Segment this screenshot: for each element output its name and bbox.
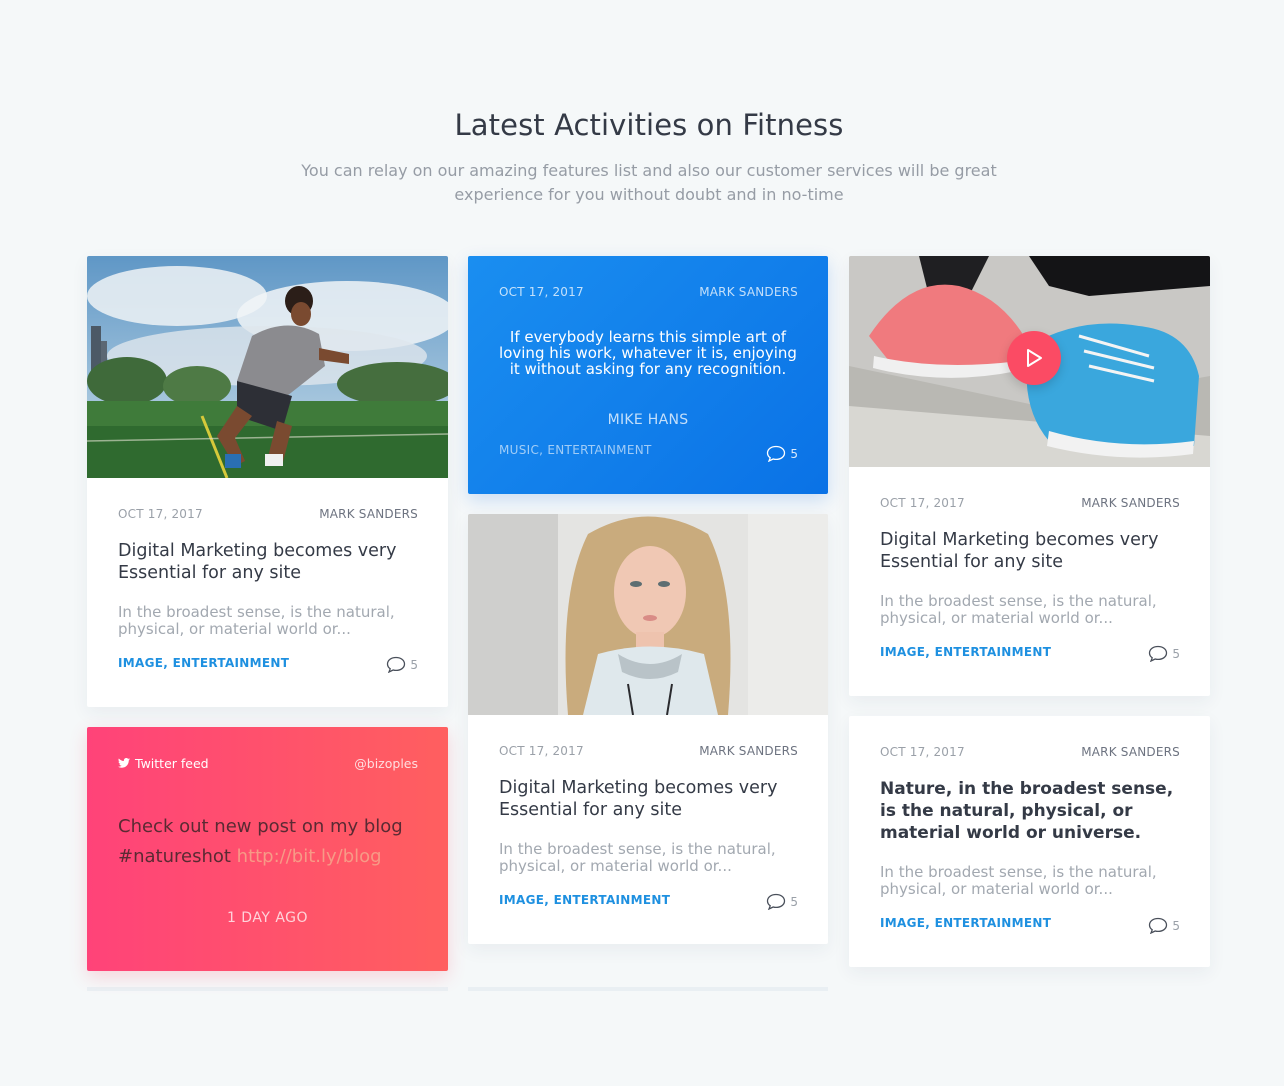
post-excerpt: In the broadest sense, is the natural, p… [118, 603, 395, 638]
post-date: OCT 17, 2017 [499, 744, 584, 758]
post-author[interactable]: MARK SANDERS [699, 744, 798, 758]
post-title[interactable]: Digital Marketing becomes very Essential… [499, 777, 804, 821]
post-author[interactable]: MARK SANDERS [319, 507, 418, 521]
post-tags[interactable]: IMAGE, ENTERTAINMENT [118, 656, 289, 670]
comment-icon [766, 893, 786, 910]
post-card-athlete[interactable]: OCT 17, 2017 MARK SANDERS Digital Market… [87, 256, 448, 707]
twitter-feed-label: Twitter feed [118, 756, 209, 771]
comment-count[interactable]: 5 [386, 656, 418, 673]
post-title[interactable]: Digital Marketing becomes very Essential… [118, 540, 424, 584]
comment-count[interactable]: 5 [1148, 645, 1180, 662]
post-image-athlete[interactable] [87, 256, 448, 478]
section-subtitle: You can relay on our amazing features li… [301, 161, 997, 204]
post-card-nature[interactable]: OCT 17, 2017 MARK SANDERS Nature, in the… [849, 716, 1210, 967]
comment-count-value: 5 [790, 894, 798, 909]
comment-count-value: 5 [1172, 646, 1180, 661]
post-card-portrait[interactable]: OCT 17, 2017 MARK SANDERS Digital Market… [468, 514, 828, 944]
post-image-portrait[interactable] [468, 514, 828, 715]
post-date: OCT 17, 2017 [499, 285, 584, 299]
twitter-handle[interactable]: @bizoples [354, 756, 418, 771]
post-title[interactable]: Digital Marketing becomes very Essential… [880, 529, 1186, 573]
post-author[interactable]: MARK SANDERS [1081, 745, 1180, 759]
twitter-bird-icon [118, 756, 130, 771]
post-tags[interactable]: IMAGE, ENTERTAINMENT [880, 916, 1051, 930]
post-tags[interactable]: MUSIC, ENTERTAINMENT [499, 443, 652, 457]
comment-icon [386, 656, 406, 673]
comment-icon [1148, 917, 1168, 934]
post-excerpt: In the broadest sense, is the natural, p… [880, 592, 1157, 627]
post-card-sneakers[interactable]: OCT 17, 2017 MARK SANDERS Digital Market… [849, 256, 1210, 696]
comment-count-value: 5 [410, 657, 418, 672]
tweet-time: 1 DAY AGO [226, 910, 309, 926]
post-author[interactable]: MARK SANDERS [1081, 496, 1180, 510]
quote-author: MIKE HANS [607, 412, 689, 428]
play-icon [1025, 348, 1043, 368]
column-shadow [468, 987, 828, 991]
section-title: Latest Activities on Fitness [454, 108, 844, 142]
post-excerpt: In the broadest sense, is the natural, p… [880, 863, 1157, 898]
post-excerpt: In the broadest sense, is the natural, p… [499, 840, 776, 875]
column-shadow [87, 987, 448, 991]
comment-icon [1148, 645, 1168, 662]
post-date: OCT 17, 2017 [880, 745, 965, 759]
play-button[interactable] [1007, 331, 1061, 385]
post-title[interactable]: Nature, in the broadest sense, is the na… [880, 778, 1186, 844]
twitter-feed-text: Twitter feed [135, 756, 209, 771]
quote-card[interactable]: OCT 17, 2017 MARK SANDERS If everybody l… [468, 256, 828, 494]
comment-count[interactable]: 5 [766, 445, 798, 462]
twitter-feed-card[interactable]: Twitter feed @bizoples Check out new pos… [87, 727, 448, 971]
post-date: OCT 17, 2017 [880, 496, 965, 510]
comment-count[interactable]: 5 [766, 893, 798, 910]
comment-count-value: 5 [790, 446, 798, 461]
post-tags[interactable]: IMAGE, ENTERTAINMENT [499, 893, 670, 907]
tweet-text: Check out new post on my blog #naturesho… [118, 812, 424, 872]
post-video-thumbnail[interactable] [849, 256, 1210, 467]
post-author[interactable]: MARK SANDERS [699, 285, 798, 299]
comment-count[interactable]: 5 [1148, 917, 1180, 934]
post-date: OCT 17, 2017 [118, 507, 203, 521]
comment-count-value: 5 [1172, 918, 1180, 933]
post-tags[interactable]: IMAGE, ENTERTAINMENT [880, 645, 1051, 659]
quote-text: If everybody learns this simple art of l… [499, 328, 797, 378]
comment-icon [766, 445, 786, 462]
tweet-link[interactable]: http://bit.ly/blog [237, 846, 382, 867]
